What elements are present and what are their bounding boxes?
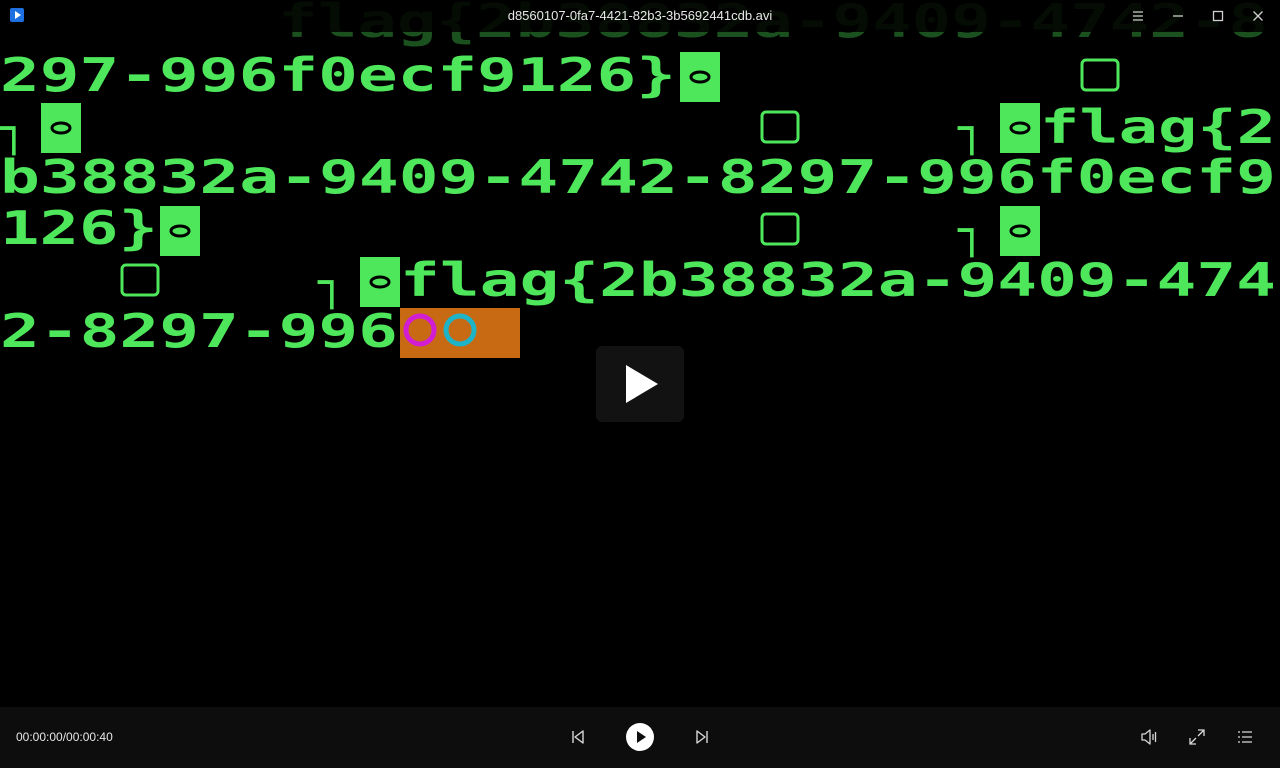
- video-text-inline: flag{2: [1040, 100, 1276, 154]
- playlist-icon[interactable]: [1235, 727, 1255, 747]
- maximize-icon[interactable]: [1208, 6, 1228, 26]
- video-text-line-2: 297-996f0ecf9126}: [0, 48, 676, 102]
- video-glyph-block: [1000, 206, 1040, 256]
- center-play-button[interactable]: [596, 346, 684, 422]
- fullscreen-icon[interactable]: [1187, 727, 1207, 747]
- video-glyph-smiley: [760, 110, 800, 144]
- skip-next-icon[interactable]: [692, 727, 712, 747]
- volume-icon[interactable]: [1139, 727, 1159, 747]
- window-title: d8560107-0fa7-4421-82b3-3b5692441cdb.avi: [507, 8, 773, 23]
- video-text-line-6: 2-8297-996: [0, 304, 398, 358]
- title-bar: d8560107-0fa7-4421-82b3-3b5692441cdb.avi: [0, 0, 1280, 32]
- video-glyph-bracket: ┐: [317, 255, 346, 310]
- video-glyph-block: [680, 52, 720, 102]
- video-player-window: .g { fill: #4ee65a; font-family: "DejaVu…: [0, 0, 1280, 768]
- video-player-app-icon: [10, 8, 24, 22]
- close-icon[interactable]: [1248, 6, 1268, 26]
- video-glyph-smiley: [120, 263, 160, 297]
- video-text-line-4: 126}: [0, 201, 158, 255]
- video-area[interactable]: .g { fill: #4ee65a; font-family: "DejaVu…: [0, 0, 1280, 707]
- time-display: 00:00:00/00:00:40: [16, 730, 113, 744]
- video-glyph-smiley: [760, 212, 800, 246]
- video-glyph-bracket: ┐: [957, 203, 986, 258]
- video-glyph-block: [1000, 103, 1040, 153]
- hamburger-menu-icon[interactable]: [1128, 6, 1148, 26]
- skip-previous-icon[interactable]: [568, 727, 588, 747]
- video-glyph-block: [160, 206, 200, 256]
- video-glyph-bracket: ┐: [957, 101, 986, 156]
- video-text-line-5: flag{2b38832a-9409-474: [400, 253, 1276, 307]
- minimize-icon[interactable]: [1168, 6, 1188, 26]
- video-glyph-block: [360, 257, 400, 307]
- video-glyph-block: [41, 103, 81, 153]
- video-text-line-3: b38832a-9409-4742-8297-996f0ecf9: [0, 150, 1276, 204]
- video-glyph-smiley: [1080, 58, 1120, 92]
- control-bar: 00:00:00/00:00:40: [0, 707, 1280, 768]
- play-circle-icon[interactable]: [625, 722, 655, 752]
- video-glyph-bracket: ┐: [0, 101, 28, 156]
